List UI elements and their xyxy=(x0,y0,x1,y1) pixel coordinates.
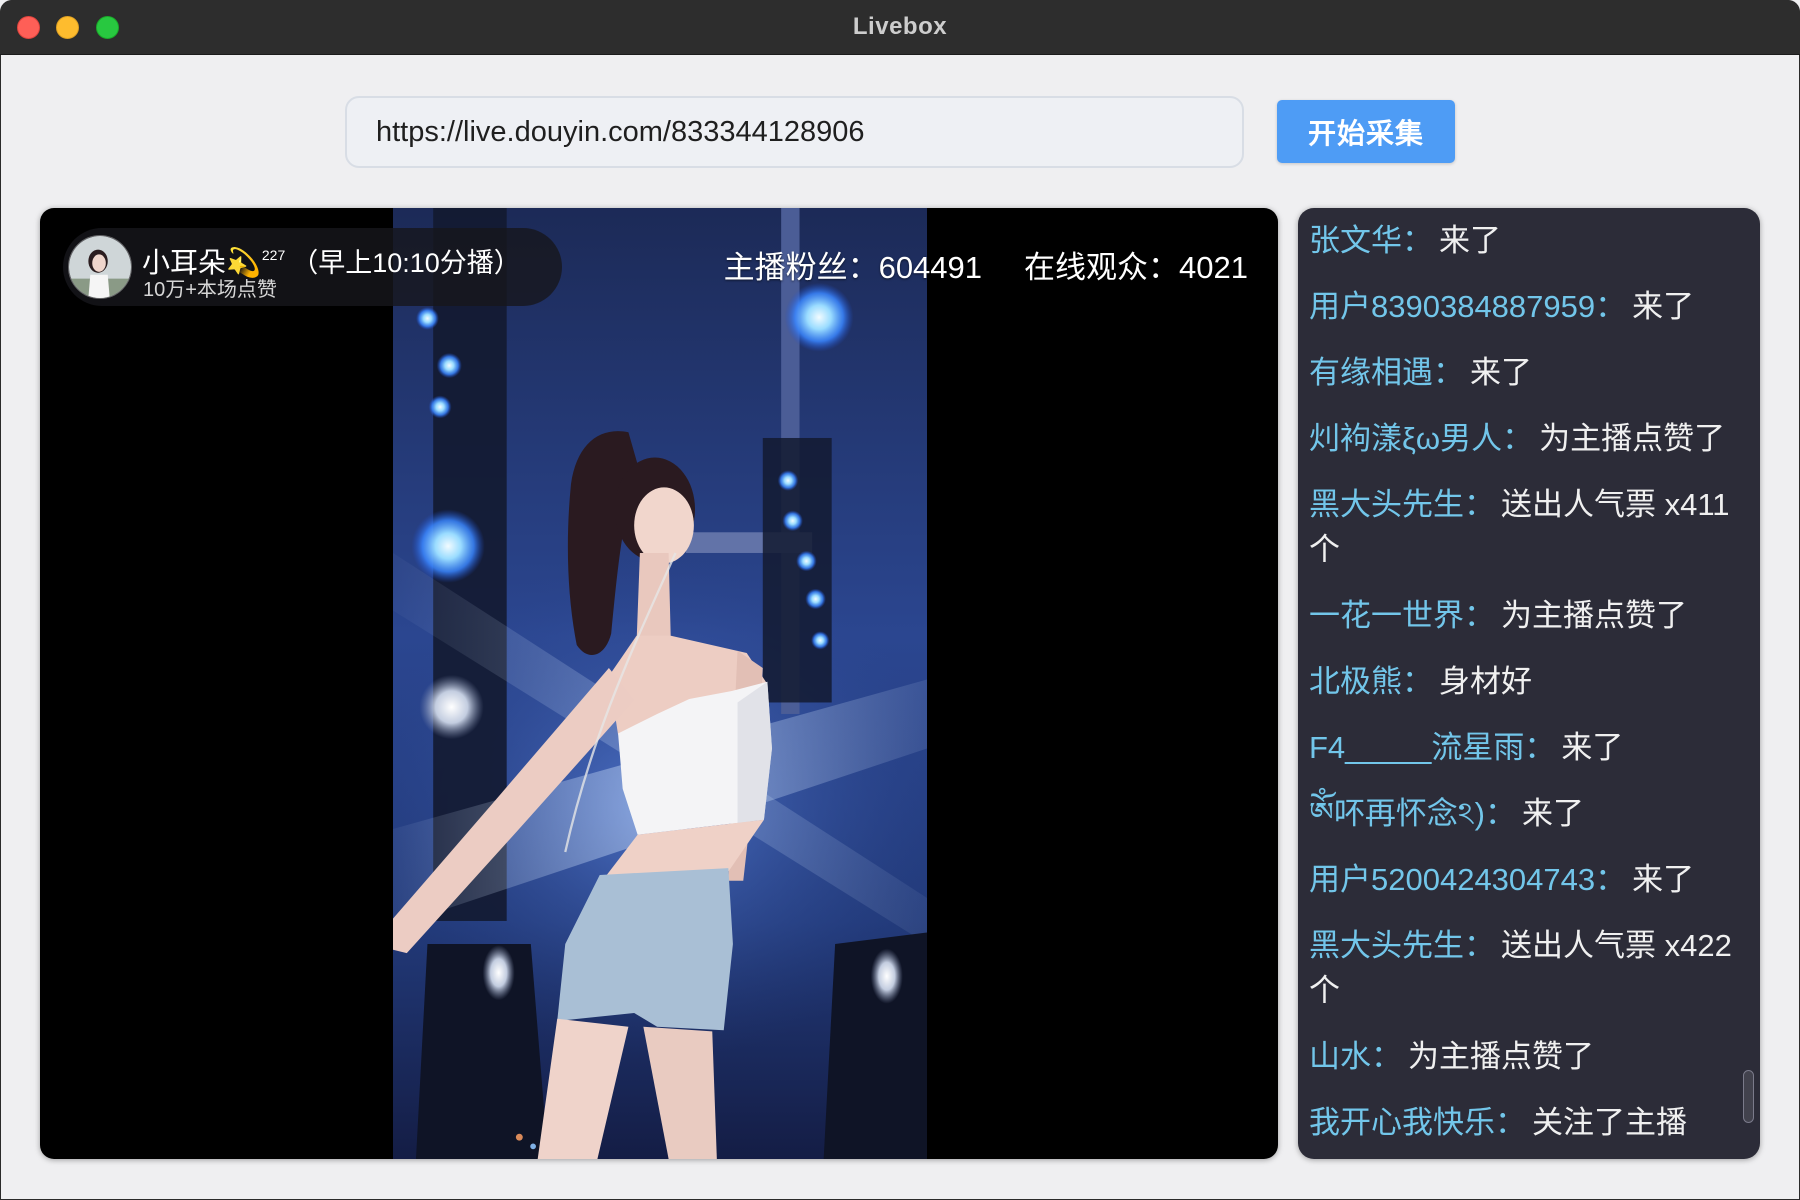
live-url-input[interactable] xyxy=(345,96,1244,168)
video-player: 小耳朵💫227 （早上10:10分播） 10万+本场点赞 主播粉丝：604491 … xyxy=(40,208,1278,1159)
chat-username: 山水： xyxy=(1309,1039,1402,1074)
avatar-body xyxy=(88,274,110,298)
chat-message: 山水： 为主播点赞了 xyxy=(1309,1034,1752,1079)
chat-username: 黑大头先生： xyxy=(1309,928,1495,963)
streamer-avatar xyxy=(68,235,132,299)
chat-username: 黑大头先生： xyxy=(1309,487,1495,522)
chat-panel[interactable]: 张文华： 来了 用户8390384887959： 来了 有缘相遇： 来了 灲袧漾ξω男… xyxy=(1298,208,1760,1159)
video-frame xyxy=(393,208,927,1159)
stage-light xyxy=(419,674,484,740)
floor-confetti xyxy=(515,1133,523,1141)
viewers-label: 在线观众： xyxy=(1024,250,1180,285)
floor-lamp-right-glow xyxy=(870,948,903,1004)
stage-light xyxy=(805,588,826,610)
chat-text: 来了 xyxy=(1632,862,1695,897)
chat-message: 一花一世界： 为主播点赞了 xyxy=(1309,593,1752,638)
chat-message: 黑大头先生： 送出人气票 x411 个 xyxy=(1309,482,1752,572)
stage-light xyxy=(784,282,854,352)
chat-username: 一花一世界： xyxy=(1309,598,1495,633)
fans-stat: 主播粉丝：604491 xyxy=(724,250,982,286)
chat-username: 张文华： xyxy=(1309,223,1433,258)
stage-light xyxy=(796,550,817,572)
stage-light xyxy=(782,510,803,532)
chat-text: 来了 xyxy=(1439,223,1501,258)
likes-count: 10万+本场点赞 xyxy=(143,279,277,301)
window-title: Livebox xyxy=(852,13,948,40)
stage-light xyxy=(811,631,830,650)
chat-text: 为主播点赞了 xyxy=(1408,1039,1594,1074)
stage-light xyxy=(777,470,799,491)
start-collect-button[interactable]: 开始采集 xyxy=(1277,100,1455,163)
chat-text: 来了 xyxy=(1632,289,1695,324)
chat-username: 我开心我快乐： xyxy=(1309,1105,1526,1140)
chat-message: 张文华： 来了 xyxy=(1309,218,1752,263)
chat-username: ༀ吥再怀念ঽ)： xyxy=(1309,796,1517,831)
chat-message: F4_____流星雨： 来了 xyxy=(1309,725,1752,770)
floor-confetti xyxy=(530,1143,536,1150)
fan-level-badge: 227 xyxy=(261,247,286,263)
app-window: Livebox 开始采集 xyxy=(0,0,1800,1200)
chat-message: ༀ吥再怀念ঽ)： 来了 xyxy=(1309,791,1752,836)
chat-text: 关注了主播 xyxy=(1532,1105,1687,1140)
fans-label: 主播粉丝： xyxy=(723,250,879,285)
chat-message: 我开心我快乐： 关注了主播 xyxy=(1309,1100,1752,1145)
chat-text: 来了 xyxy=(1522,796,1585,831)
avatar-face xyxy=(92,254,106,272)
stage-light xyxy=(411,509,485,583)
chat-username: 有缘相遇： xyxy=(1309,355,1464,390)
chat-message: 灲袧漾ξω男人： 为主播点赞了 xyxy=(1309,416,1752,461)
title-bar[interactable]: Livebox xyxy=(0,0,1800,55)
stream-stats: 主播粉丝：604491 在线观众：4021 xyxy=(724,250,1248,286)
live-stream-image xyxy=(393,208,927,1159)
streamer-name: 小耳朵💫 xyxy=(142,247,261,278)
broadcast-schedule: （早上10:10分播） xyxy=(291,248,521,278)
chat-message: 有缘相遇： 来了 xyxy=(1309,350,1752,395)
chat-username: 灲袧漾ξω男人： xyxy=(1309,421,1534,456)
fans-value: 604491 xyxy=(878,250,983,285)
avatar-image xyxy=(69,236,131,298)
chat-message-list[interactable]: 张文华： 来了 用户8390384887959： 来了 有缘相遇： 来了 灲袧漾ξω男… xyxy=(1309,218,1752,1159)
chat-message: 用户5200424304743： 来了 xyxy=(1309,857,1752,902)
chat-username: 用户8390384887959： xyxy=(1309,289,1627,324)
chat-text: 为主播点赞了 xyxy=(1539,421,1726,456)
chat-scrollbar-thumb[interactable] xyxy=(1743,1070,1754,1123)
dancer-face xyxy=(634,487,694,564)
chat-username: 用户5200424304743： xyxy=(1309,862,1627,897)
stage-light xyxy=(415,306,439,330)
floor-lamp-left xyxy=(415,943,549,1159)
chat-text: 为主播点赞了 xyxy=(1501,598,1687,633)
chat-message: 北极熊： 身材好 xyxy=(1309,659,1752,704)
stage-light xyxy=(436,352,462,379)
chat-username: 北极熊： xyxy=(1309,664,1433,699)
chat-message: 黑大头先生： 送出人气票 x422 个 xyxy=(1309,923,1752,1013)
viewers-stat: 在线观众：4021 xyxy=(1024,250,1248,286)
chat-username: F4_____流星雨： xyxy=(1309,730,1556,765)
chat-message: 用户8390384887959： 来了 xyxy=(1309,284,1752,329)
chat-text: 来了 xyxy=(1561,730,1624,765)
streamer-name-line: 小耳朵💫227 （早上10:10分播） xyxy=(142,238,521,280)
chat-text: 身材好 xyxy=(1439,664,1532,699)
streamer-info-pill: 小耳朵💫227 （早上10:10分播） 10万+本场点赞 xyxy=(63,228,562,306)
floor-lamp-left-glow xyxy=(482,945,515,1001)
viewers-value: 4021 xyxy=(1179,250,1248,285)
chat-text: 来了 xyxy=(1470,355,1532,390)
stage-light xyxy=(428,395,452,419)
